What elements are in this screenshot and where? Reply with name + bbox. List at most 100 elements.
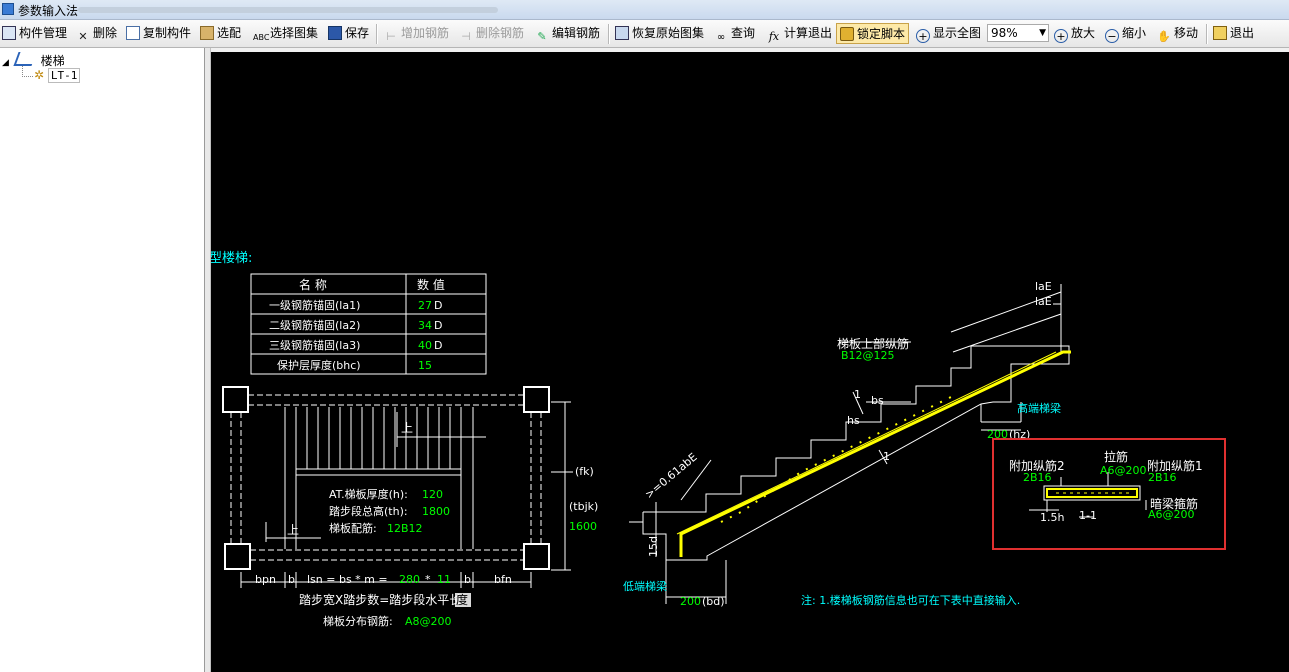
atlas-icon: ABC	[253, 33, 270, 42]
gear-icon: ✲	[34, 68, 45, 82]
restore-atlas-button[interactable]: 恢复原始图集	[615, 23, 704, 44]
copy-component-button[interactable]: 复制构件	[126, 23, 191, 44]
edit-rebar-button[interactable]: ✎ 编辑钢筋	[535, 23, 600, 44]
toolbar-separator	[608, 24, 610, 44]
zoom-out-icon: −	[1105, 29, 1119, 43]
table-header-value: 数 值	[417, 277, 445, 292]
height-value[interactable]: 1800	[422, 505, 450, 518]
component-manage-button[interactable]: 构件管理	[2, 23, 67, 44]
stairs-icon	[13, 52, 37, 66]
detail-dim-label: 1.5h	[1040, 511, 1064, 524]
height-label: 踏步段总高(th):	[329, 504, 408, 518]
rebar-value[interactable]: 12B12	[387, 522, 423, 535]
add-rebar-icon: ⊢	[386, 30, 396, 43]
exit-button[interactable]: 退出	[1213, 23, 1254, 44]
step-width-value[interactable]: 280	[399, 573, 420, 586]
table-row-unit: D	[434, 339, 442, 352]
zoom-level-select[interactable]: 98% ▼	[987, 24, 1049, 42]
zoom-extents-icon: +	[916, 29, 930, 43]
rebar-label: 梯板配筋:	[329, 521, 377, 535]
save-icon	[328, 26, 342, 40]
dist-rebar-value[interactable]: A8@200	[405, 615, 452, 628]
table-row-value[interactable]: 34	[418, 319, 432, 332]
lock-icon	[840, 27, 854, 41]
collapse-icon[interactable]: ◢	[2, 58, 9, 68]
lsn-formula: lsn = bs * m =	[307, 573, 388, 586]
window-title: 参数输入法	[18, 4, 79, 18]
low-beam-width-value[interactable]: 200	[680, 595, 701, 608]
move-button[interactable]: ✋ 移动	[1157, 23, 1198, 44]
toolbar-separator	[376, 24, 378, 44]
table-row-name: 二级钢筋锚固(la2)	[269, 318, 360, 332]
bfn-label: bfn	[494, 573, 512, 586]
section-one-label: 1	[883, 450, 890, 463]
hand-icon: ✋	[1157, 30, 1171, 43]
bs-label: bs	[871, 394, 884, 407]
thickness-value[interactable]: 120	[422, 488, 443, 501]
delete-rebar-button[interactable]: ⊣ 删除钢筋	[459, 23, 524, 44]
table-row-name: 一级钢筋锚固(la1)	[269, 298, 360, 312]
stair-section-view	[629, 284, 1070, 604]
exit-icon	[1213, 26, 1227, 40]
toolbar-separator	[1206, 24, 1208, 44]
table-row-unit: D	[434, 319, 442, 332]
title-bar: 参数输入法	[0, 0, 1289, 20]
stair-rebar	[676, 350, 1071, 557]
hs-label: hs	[847, 414, 860, 427]
tie-value[interactable]: A6@200	[1100, 464, 1147, 477]
table-row-name: 三级钢筋锚固(la3)	[269, 338, 360, 352]
top-rebar-value[interactable]: B12@125	[841, 349, 895, 362]
add-long2-value[interactable]: 2B16	[1023, 471, 1052, 484]
delete-rebar-icon: ⊣	[461, 30, 471, 43]
b-label: b	[464, 573, 471, 586]
dist-rebar-label: 梯板分布钢筋:	[323, 614, 393, 628]
step-count-value[interactable]: 11	[437, 573, 451, 586]
function-icon: fx	[768, 30, 780, 43]
app-icon	[2, 3, 14, 15]
table-header-name: 名 称	[299, 277, 327, 292]
chevron-down-icon: ▼	[1039, 28, 1046, 38]
calc-exit-button[interactable]: fx 计算退出	[767, 23, 832, 44]
drawing-canvas[interactable]: 型楼梯: 名 称 数 值 一级钢筋锚固(la1) 27 D 二级钢筋锚固(la2…	[211, 52, 1289, 672]
hidden-stirrup-value[interactable]: A6@200	[1148, 508, 1195, 521]
tie-label: 拉筋	[1104, 449, 1128, 464]
select-atlas-button[interactable]: ABC选择图集	[253, 23, 318, 44]
add-rebar-button[interactable]: ⊢ 增加钢筋	[384, 23, 449, 44]
tree-node-stairs[interactable]: ◢ 楼梯	[2, 52, 65, 69]
edit-rebar-icon: ✎	[537, 30, 547, 43]
blurred-path-text	[78, 7, 498, 13]
high-beam-label: 高端梯梁	[1017, 401, 1061, 415]
table-row-value[interactable]: 15	[418, 359, 432, 372]
bd-label: (bd)	[702, 595, 725, 608]
table-row-value[interactable]: 40	[418, 339, 432, 352]
b-label: b	[288, 573, 295, 586]
tbjk-value[interactable]: 1600	[569, 520, 597, 533]
table-row-value[interactable]: 27	[418, 299, 432, 312]
zoom-in-icon: +	[1054, 29, 1068, 43]
plan-up-arrow-label: 上	[401, 421, 413, 435]
lae-label: laE	[1035, 280, 1052, 293]
select-match-button[interactable]: 选配	[200, 23, 241, 44]
note-text: 注: 1.楼梯板钢筋信息也可在下表中直接输入.	[801, 593, 1020, 607]
drawing-heading: 型楼梯:	[211, 251, 252, 266]
restore-icon	[615, 26, 629, 40]
delete-button[interactable]: ✕ 删除	[76, 23, 117, 44]
low-beam-label: 低端梯梁	[623, 579, 667, 593]
save-button[interactable]: 保存	[328, 23, 369, 44]
tree-node-lt1[interactable]: ✲ LT-1	[34, 68, 81, 83]
binoculars-icon: ∞	[716, 32, 726, 43]
zoom-out-button[interactable]: − 缩小	[1105, 23, 1146, 44]
add-long1-value[interactable]: 2B16	[1148, 471, 1177, 484]
query-button[interactable]: ∞ 查询	[714, 23, 755, 44]
zoom-in-button[interactable]: + 放大	[1054, 23, 1095, 44]
list-icon	[2, 26, 16, 40]
clipboard-icon	[200, 26, 214, 40]
table-row-unit: D	[434, 299, 442, 312]
tbjk-label: (tbjk)	[569, 500, 598, 513]
plan-up-arrow-label: 上	[287, 523, 299, 537]
caption-highlight-char: 度	[456, 592, 468, 607]
lock-script-button[interactable]: 锁定脚本	[836, 23, 910, 44]
component-tree-panel: ◢ 楼梯 ✲ LT-1	[0, 48, 205, 672]
show-all-button[interactable]: + 显示全图	[916, 23, 981, 44]
section-one-label: 1	[854, 388, 861, 401]
